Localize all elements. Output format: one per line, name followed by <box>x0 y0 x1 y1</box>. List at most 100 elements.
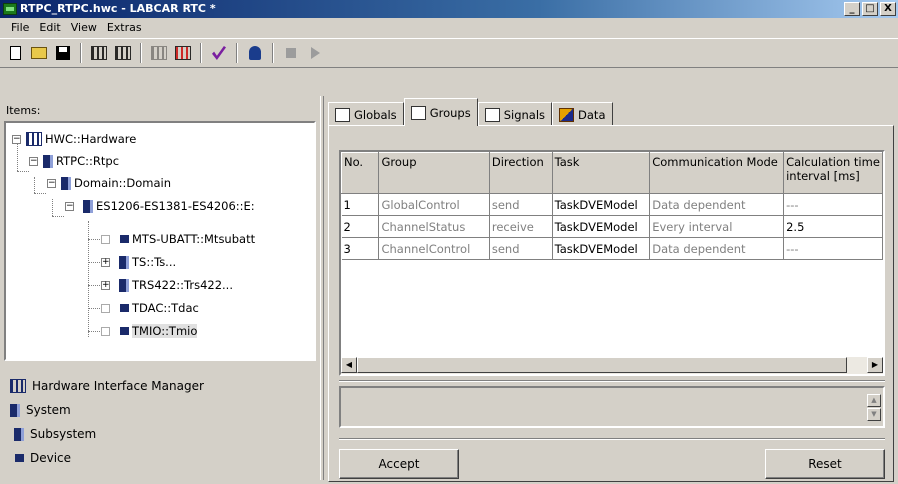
groups-table[interactable]: No. Group Direction Task Communication M… <box>339 150 885 376</box>
table-cell[interactable]: 2 <box>341 215 380 238</box>
open-button[interactable] <box>28 42 50 64</box>
tab-globals[interactable]: Globals <box>328 102 404 126</box>
tree-node-tdac[interactable]: TDAC::Tdac <box>101 297 199 319</box>
column-header-task[interactable]: Task <box>551 152 651 194</box>
collapse-icon[interactable]: − <box>65 201 74 211</box>
table-cell[interactable]: 3 <box>341 237 380 260</box>
expand-icon[interactable]: + <box>101 280 110 290</box>
save-button[interactable] <box>52 42 74 64</box>
tree-button-2[interactable] <box>112 42 134 64</box>
column-header-no[interactable]: No. <box>341 152 380 194</box>
table-cell[interactable]: ChannelControl <box>378 237 490 260</box>
tree-node-es1206[interactable]: − ES1206-ES1381-ES4206::E: <box>65 195 255 217</box>
tree-node-ts[interactable]: + TS::Ts... <box>101 251 176 273</box>
table-cell[interactable]: TaskDVEModel <box>552 237 651 260</box>
tab-data[interactable]: Data <box>552 102 613 126</box>
panel-splitter[interactable] <box>320 96 324 480</box>
tab-label: Groups <box>429 105 471 120</box>
tab-groups[interactable]: Groups <box>403 98 478 126</box>
table-cell[interactable]: receive <box>489 215 553 238</box>
column-header-direction[interactable]: Direction <box>488 152 553 194</box>
menu-edit[interactable]: Edit <box>34 18 65 38</box>
menu-view[interactable]: View <box>66 18 102 38</box>
tree-button-3[interactable] <box>148 42 170 64</box>
collapse-icon[interactable]: − <box>47 178 56 188</box>
tree-line <box>88 308 100 309</box>
tree-button-4[interactable] <box>172 42 194 64</box>
accept-button[interactable]: Accept <box>339 449 459 479</box>
table-row[interactable]: 2 ChannelStatus receive TaskDVEModel Eve… <box>341 215 883 238</box>
table-cell[interactable]: send <box>489 237 553 260</box>
collapse-icon[interactable]: − <box>29 156 38 166</box>
tab-signals[interactable]: Signals <box>477 102 553 126</box>
new-button[interactable] <box>4 42 26 64</box>
subsystem-icon <box>115 255 129 269</box>
tree-node-rtpc[interactable]: − RTPC::Rtpc <box>29 150 119 172</box>
table-cell[interactable]: 2.5 <box>783 215 883 238</box>
globals-icon <box>335 107 350 122</box>
column-header-group[interactable]: Group <box>378 152 490 194</box>
tree-button-1[interactable] <box>88 42 110 64</box>
groups-tab-content: No. Group Direction Task Communication M… <box>328 125 894 482</box>
table-horizontal-scrollbar[interactable]: ◀ ▶ <box>341 357 883 374</box>
menu-file[interactable]: File <box>6 18 34 38</box>
scroll-down-button[interactable]: ▼ <box>867 408 881 421</box>
table-cell[interactable]: ChannelStatus <box>378 215 490 238</box>
menu-extras[interactable]: Extras <box>102 18 147 38</box>
items-label: Items: <box>6 104 41 117</box>
scroll-left-button[interactable]: ◀ <box>341 357 357 373</box>
check-button[interactable] <box>208 42 230 64</box>
table-row[interactable]: 3 ChannelControl send TaskDVEModel Data … <box>341 237 883 260</box>
tree-line <box>52 216 64 217</box>
app-icon <box>3 3 17 15</box>
save-icon <box>56 46 70 60</box>
expand-icon[interactable]: + <box>101 257 110 267</box>
play-button[interactable] <box>304 42 326 64</box>
tree-node-hardware[interactable]: − HWC::Hardware <box>12 128 136 150</box>
table-header-row: No. Group Direction Task Communication M… <box>341 152 883 194</box>
tree-line <box>88 262 100 263</box>
table-cell[interactable]: TaskDVEModel <box>552 215 651 238</box>
user-button[interactable] <box>244 42 266 64</box>
column-header-communication-mode[interactable]: Communication Mode <box>649 152 785 194</box>
application-window: RTPC_RTPC.hwc - LABCAR RTC * _ □ X File … <box>0 0 898 484</box>
table-cell[interactable]: Every interval <box>649 215 785 238</box>
empty-expander-icon <box>101 303 110 313</box>
close-button[interactable]: X <box>880 2 896 16</box>
legend-item: Device <box>10 446 204 470</box>
device-icon <box>10 454 24 462</box>
table-cell[interactable]: --- <box>783 193 883 216</box>
column-header-calculation-interval[interactable]: Calculation time interval [ms] <box>783 152 883 194</box>
scroll-up-button[interactable]: ▲ <box>867 394 881 407</box>
table-cell[interactable]: GlobalControl <box>378 193 490 216</box>
tree-line <box>17 171 29 172</box>
tree-node-label: RTPC::Rtpc <box>56 154 120 168</box>
tree-line <box>52 199 53 216</box>
title-bar[interactable]: RTPC_RTPC.hwc - LABCAR RTC * _ □ X <box>0 0 898 18</box>
maximize-button[interactable]: □ <box>862 2 878 16</box>
table-cell[interactable]: 1 <box>341 193 380 216</box>
tree-node-mts-ubatt[interactable]: MTS-UBATT::Mtsubatt <box>101 228 255 250</box>
table-cell[interactable]: --- <box>783 237 883 260</box>
tree-line <box>34 193 46 194</box>
table-row[interactable]: 1 GlobalControl send TaskDVEModel Data d… <box>341 193 883 216</box>
tree-node-domain[interactable]: − Domain::Domain <box>47 172 171 194</box>
table-cell[interactable]: TaskDVEModel <box>552 193 651 216</box>
minimize-button[interactable]: _ <box>844 2 860 16</box>
collapse-icon[interactable]: − <box>12 134 21 144</box>
legend-label: System <box>26 403 71 417</box>
table-cell[interactable]: Data dependent <box>649 193 785 216</box>
table-cell[interactable]: send <box>489 193 553 216</box>
tree-node-tmio[interactable]: TMIO::Tmio <box>101 320 198 342</box>
legend-label: Subsystem <box>30 427 97 441</box>
legend-label: Hardware Interface Manager <box>32 379 204 393</box>
message-box[interactable]: ▲ ▼ <box>339 386 885 428</box>
tree-disabled-icon <box>151 46 167 60</box>
scroll-thumb[interactable] <box>357 357 847 373</box>
reset-button[interactable]: Reset <box>765 449 885 479</box>
hardware-tree[interactable]: − HWC::Hardware − RTPC::Rtpc − Domain::D… <box>4 121 316 361</box>
tree-node-trs422[interactable]: + TRS422::Trs422... <box>101 274 233 296</box>
scroll-right-button[interactable]: ▶ <box>867 357 883 373</box>
stop-button[interactable] <box>280 42 302 64</box>
table-cell[interactable]: Data dependent <box>649 237 785 260</box>
